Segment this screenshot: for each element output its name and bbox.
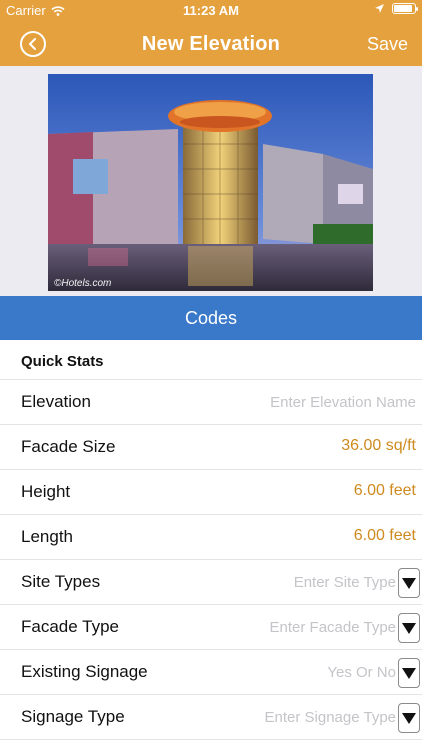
site-types-label: Site Types xyxy=(21,572,101,591)
elevation-row[interactable]: Elevation Enter Elevation Name xyxy=(0,380,422,425)
facade-type-label: Facade Type xyxy=(21,617,119,636)
location-arrow-icon xyxy=(375,4,384,13)
elevation-input[interactable]: Enter Elevation Name xyxy=(270,394,416,411)
dropdown-arrow-icon xyxy=(402,577,416,589)
navigation-bar: New Elevation Save xyxy=(0,22,422,66)
length-row[interactable]: Length 6.00 feet xyxy=(0,515,422,560)
dropdown-arrow-icon xyxy=(402,712,416,724)
building-illustration xyxy=(48,74,373,291)
dropdown-arrow-icon xyxy=(402,622,416,634)
facade-size-label: Facade Size xyxy=(21,437,116,456)
next-row-partial xyxy=(0,740,422,750)
quick-stats-list: Quick Stats Elevation Enter Elevation Na… xyxy=(0,340,422,750)
status-time: 11:23 AM xyxy=(183,3,239,18)
existing-signage-label: Existing Signage xyxy=(21,662,148,681)
facade-type-dropdown-button[interactable] xyxy=(398,613,420,643)
photo-watermark: ©Hotels.com xyxy=(54,278,112,289)
battery-icon xyxy=(392,3,418,14)
site-types-row[interactable]: Site Types Enter Site Type xyxy=(0,560,422,605)
photo-area: ©Hotels.com xyxy=(0,66,422,296)
height-label: Height xyxy=(21,482,71,501)
status-right xyxy=(375,3,418,14)
facade-size-value: 36.00 sq/ft xyxy=(341,437,416,454)
height-value[interactable]: 6.00 feet xyxy=(354,482,416,500)
existing-signage-input[interactable]: Yes Or No xyxy=(327,664,396,681)
facade-type-row[interactable]: Facade Type Enter Facade Type xyxy=(0,605,422,650)
signage-type-label: Signage Type xyxy=(21,707,125,726)
signage-type-input[interactable]: Enter Signage Type xyxy=(265,709,396,726)
signage-type-dropdown-button[interactable] xyxy=(398,703,420,733)
elevation-label: Elevation xyxy=(21,392,91,411)
signage-type-row[interactable]: Signage Type Enter Signage Type xyxy=(0,695,422,740)
codes-button[interactable]: Codes xyxy=(0,296,422,340)
height-row[interactable]: Height 6.00 feet xyxy=(0,470,422,515)
save-button[interactable]: Save xyxy=(367,34,408,55)
section-title: Quick Stats xyxy=(21,353,104,370)
facade-size-row: Facade Size 36.00 sq/ft xyxy=(0,425,422,470)
existing-signage-row[interactable]: Existing Signage Yes Or No xyxy=(0,650,422,695)
length-label: Length xyxy=(21,527,73,546)
site-type-dropdown-button[interactable] xyxy=(398,568,420,598)
battery-level xyxy=(394,5,412,12)
facade-type-input[interactable]: Enter Facade Type xyxy=(270,619,396,636)
length-value[interactable]: 6.00 feet xyxy=(354,527,416,545)
page-title: New Elevation xyxy=(141,33,281,55)
elevation-photo[interactable]: ©Hotels.com xyxy=(48,74,373,291)
existing-signage-dropdown-button[interactable] xyxy=(398,658,420,688)
dropdown-arrow-icon xyxy=(402,667,416,679)
quick-stats-header: Quick Stats xyxy=(0,340,422,380)
status-bar: Carrier 11:23 AM xyxy=(0,0,422,22)
site-type-input[interactable]: Enter Site Type xyxy=(294,574,396,591)
